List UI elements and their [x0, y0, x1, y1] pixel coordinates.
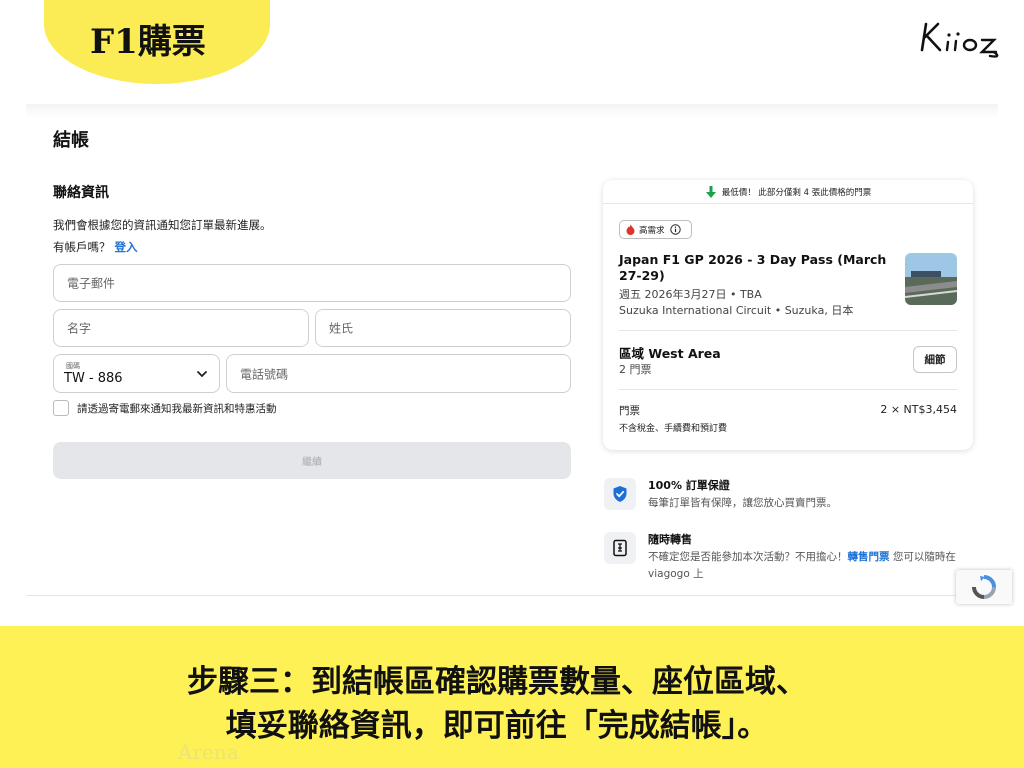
faint-watermark-text: Arena [178, 740, 239, 764]
page-top-edge [26, 104, 998, 118]
page-title: 結帳 [53, 130, 89, 151]
lowest-price-banner: 最低價！ 此部分僅剩 4 張此價格的門票 [603, 180, 973, 204]
account-prompt: 有帳戶嗎？ 登入 [53, 239, 138, 255]
fees-note: 不含稅金、手續費和預訂費 [619, 424, 728, 434]
last-name-field[interactable]: 姓氏 [315, 309, 571, 347]
high-demand-tag: 高需求 [619, 220, 692, 239]
event-date: 週五 2026年3月27日 • TBA [619, 288, 762, 301]
contact-section-title: 聯絡資訊 [53, 185, 109, 201]
account-question: 有帳戶嗎？ [53, 240, 111, 254]
tickets-label: 門票 [619, 405, 640, 417]
resale-text-1: 不確定您是否能參加本次活動？不用擔心！ [648, 551, 848, 563]
price-down-icon [705, 185, 716, 198]
email-placeholder: 電子郵件 [67, 276, 116, 291]
optin-label: 請透過寄電郵來通知我最新資訊和特惠活動 [77, 403, 277, 415]
email-field[interactable]: 電子郵件 [53, 264, 571, 302]
phone-field[interactable]: 電話號碼 [226, 354, 571, 393]
first-name-placeholder: 名字 [67, 321, 92, 336]
recaptcha-badge[interactable] [956, 570, 1012, 604]
continue-button[interactable]: 繼續 [53, 442, 571, 479]
country-code-label: 國碼 [66, 362, 80, 370]
optin-checkbox[interactable] [53, 400, 69, 416]
event-venue: Suzuka International Circuit • Suzuka, 日… [619, 304, 854, 317]
fire-icon [626, 224, 635, 235]
card-divider [619, 389, 957, 390]
resale-description: 不確定您是否能參加本次活動？不用擔心！轉售門票 您可以隨時在 viagogo 上 [648, 549, 978, 583]
phone-placeholder: 電話號碼 [240, 367, 289, 381]
details-button[interactable]: 細節 [913, 346, 957, 373]
continue-label: 繼續 [302, 457, 322, 468]
order-summary-card: 最低價！ 此部分僅剩 4 張此價格的門票 高需求 Japan F1 GP 202… [603, 180, 973, 450]
guarantee-title: 100% 訂單保證 [648, 479, 730, 492]
first-name-field[interactable]: 名字 [53, 309, 309, 347]
caption-line-1: 步驟三：到結帳區確認購票數量、座位區域、 [187, 664, 807, 700]
banner-text: 最低價！ 此部分僅剩 4 張此價格的門票 [721, 187, 872, 198]
guarantee-description: 每筆訂單皆有保障，讓您放心買賣門票。 [648, 497, 837, 509]
card-divider [619, 330, 957, 331]
page-bottom-edge [26, 595, 998, 596]
resale-link[interactable]: 轉售門票 [848, 551, 890, 563]
country-code-select[interactable]: 國碼 TW - 886 [53, 354, 220, 393]
demand-text: 高需求 [639, 225, 665, 236]
recaptcha-icon [972, 575, 996, 599]
ticket-price: 2 × NT$3,454 [880, 403, 957, 416]
event-thumbnail [905, 253, 957, 305]
resale-title: 隨時轉售 [648, 533, 692, 546]
ticket-count: 2 門票 [619, 363, 652, 376]
country-code-value: TW - 886 [64, 371, 123, 386]
notice-text: 我們會根據您的資訊通知您訂單最新進展。 [53, 218, 272, 232]
login-link[interactable]: 登入 [115, 240, 138, 254]
shield-icon [604, 478, 636, 510]
chevron-down-icon [197, 371, 207, 378]
caption-line-2: 填妥聯絡資訊，即可前往「完成結帳」。 [225, 708, 769, 744]
event-name: Japan F1 GP 2026 - 3 Day Pass (March 27-… [619, 252, 887, 283]
info-icon[interactable] [669, 224, 681, 235]
kiioz-logo [920, 22, 999, 58]
ticket-resale-icon [604, 532, 636, 564]
seating-area: 區域 West Area [619, 346, 721, 361]
last-name-placeholder: 姓氏 [329, 321, 354, 336]
badge-title: F1購票 [90, 22, 206, 62]
